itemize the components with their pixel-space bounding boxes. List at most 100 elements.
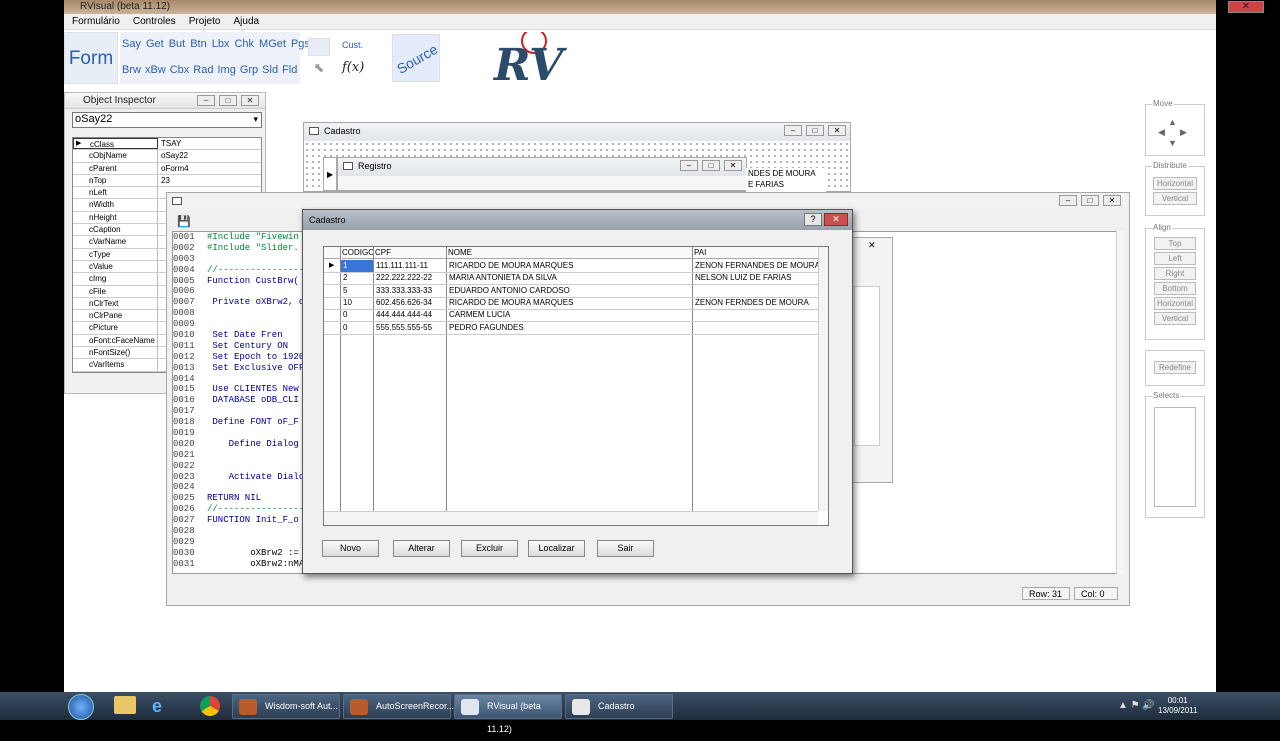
- object-selector[interactable]: oSay22: [72, 112, 262, 128]
- cell-pai[interactable]: [693, 285, 818, 297]
- property-value[interactable]: [158, 261, 161, 272]
- control-sld-button[interactable]: Sld: [262, 64, 278, 76]
- control-fld-button[interactable]: Fld: [282, 64, 297, 76]
- property-value[interactable]: oForm4: [158, 163, 189, 174]
- property-value[interactable]: [158, 359, 161, 370]
- distribute-horizontal-button[interactable]: Horizontal: [1153, 177, 1197, 190]
- property-value[interactable]: 23: [158, 175, 170, 186]
- function-button[interactable]: f(x): [342, 60, 364, 75]
- editor-scrollbar[interactable]: [1116, 231, 1124, 574]
- control-but-button[interactable]: But: [169, 38, 186, 50]
- control-xbw-button[interactable]: xBw: [145, 64, 166, 76]
- menu-projeto[interactable]: Projeto: [187, 16, 223, 27]
- property-value[interactable]: [158, 298, 161, 309]
- cell-pai[interactable]: NELSON LUIZ DE FARIAS: [693, 272, 818, 284]
- property-value[interactable]: [158, 199, 161, 210]
- selects-list[interactable]: [1154, 407, 1196, 507]
- control-cbx-button[interactable]: Cbx: [170, 64, 190, 76]
- align-bottom-button[interactable]: Bottom: [1154, 282, 1196, 295]
- cell-pai[interactable]: [693, 322, 818, 334]
- align-top-button[interactable]: Top: [1154, 237, 1196, 250]
- save-icon[interactable]: 💾: [177, 215, 191, 228]
- cell-nome[interactable]: CARMEM LUCIA: [447, 309, 692, 321]
- control-say-button[interactable]: Say: [122, 38, 141, 50]
- cell-cpf[interactable]: 602.456.626-34: [374, 297, 446, 309]
- property-value[interactable]: [158, 212, 161, 223]
- taskbar-item-cadastro[interactable]: Cadastro: [565, 694, 673, 719]
- distribute-vertical-button[interactable]: Vertical: [1153, 192, 1197, 205]
- property-value[interactable]: TSAY: [158, 138, 181, 149]
- cell-nome[interactable]: RICARDO DE MOURA MARQUES: [447, 260, 692, 272]
- control-grp-button[interactable]: Grp: [240, 64, 258, 76]
- cell-codigo[interactable]: 0: [341, 309, 373, 321]
- menu-controles[interactable]: Controles: [131, 16, 178, 27]
- ie-icon[interactable]: e: [152, 696, 174, 716]
- arrow-left-icon[interactable]: ◀: [1158, 127, 1165, 138]
- arrow-up-icon[interactable]: ▲: [1168, 117, 1177, 127]
- cell-codigo[interactable]: 0: [341, 322, 373, 334]
- cell-pai[interactable]: ZENON FERNANDES DE MOURA: [693, 260, 818, 272]
- pointer-icon[interactable]: ⬉: [308, 60, 330, 80]
- property-value[interactable]: [158, 322, 161, 333]
- menu-formulario[interactable]: Formulário: [70, 16, 122, 27]
- control-rad-button[interactable]: Rad: [193, 64, 213, 76]
- property-value[interactable]: [158, 187, 161, 198]
- cell-cpf[interactable]: 333.333.333-33: [374, 285, 446, 297]
- menu-ajuda[interactable]: Ajuda: [231, 16, 261, 27]
- control-chk-button[interactable]: Chk: [234, 38, 254, 50]
- cell-codigo[interactable]: 5: [341, 285, 373, 297]
- property-value[interactable]: oSay22: [158, 150, 188, 161]
- control-get-button[interactable]: Get: [146, 38, 164, 50]
- grid-horizontal-scrollbar[interactable]: [324, 511, 818, 525]
- control-brw-button[interactable]: Brw: [122, 64, 141, 76]
- cell-cpf[interactable]: 222.222.222-22: [374, 272, 446, 284]
- property-value[interactable]: [158, 335, 161, 346]
- sair-button[interactable]: Sair: [597, 540, 654, 557]
- close-button[interactable]: ✕: [1228, 1, 1264, 13]
- cell-cpf[interactable]: 444.444.444-44: [374, 309, 446, 321]
- cell-nome[interactable]: PEDRO FAGUNDES: [447, 322, 692, 334]
- align-right-button[interactable]: Right: [1154, 267, 1196, 280]
- arrow-right-icon[interactable]: ▶: [1180, 127, 1187, 138]
- source-button[interactable]: Source: [392, 34, 440, 82]
- taskbar-item-rvisual[interactable]: RVisual (beta 11.12): [454, 694, 562, 734]
- start-button[interactable]: [68, 694, 94, 720]
- tray-icons[interactable]: ▲ ⚑ 🔊: [1118, 700, 1155, 711]
- cell-cpf[interactable]: 555.555.555-55: [374, 322, 446, 334]
- property-value[interactable]: [158, 273, 161, 284]
- cell-codigo[interactable]: 10: [341, 297, 373, 309]
- cell-codigo[interactable]: 1: [341, 260, 373, 272]
- cell-cpf[interactable]: 111.111.111-11: [374, 260, 446, 272]
- localizar-button[interactable]: Localizar: [528, 540, 585, 557]
- custom-button[interactable]: Cust.: [342, 40, 363, 50]
- control-lbx-button[interactable]: Lbx: [212, 38, 230, 50]
- clock[interactable]: 00:01 13/09/2011: [1158, 696, 1197, 716]
- cell-pai[interactable]: [693, 309, 818, 321]
- grid-vertical-scrollbar[interactable]: [818, 247, 828, 511]
- taskbar-item-wisdom[interactable]: Wisdom-soft Aut...: [232, 694, 340, 719]
- cell-nome[interactable]: RICARDO DE MOURA MARQUES: [447, 297, 692, 309]
- column-header-nome[interactable]: NOME: [448, 247, 694, 259]
- control-btn-button[interactable]: Btn: [190, 38, 207, 50]
- property-value[interactable]: [158, 249, 161, 260]
- control-mget-button[interactable]: MGet: [259, 38, 286, 50]
- chrome-icon[interactable]: [200, 696, 220, 716]
- align-vertical-button[interactable]: Vertical: [1154, 312, 1196, 325]
- property-row[interactable]: cParent oForm4: [73, 162, 261, 175]
- redefine-button[interactable]: Redefine: [1154, 361, 1196, 374]
- cell-codigo[interactable]: 2: [341, 272, 373, 284]
- property-row[interactable]: nTop 23: [73, 174, 261, 188]
- property-row[interactable]: cObjName oSay22: [73, 150, 261, 163]
- align-horizontal-button[interactable]: Horizontal: [1154, 297, 1196, 310]
- control-img-button[interactable]: Img: [217, 64, 235, 76]
- form-button[interactable]: Form: [64, 32, 118, 84]
- help-button[interactable]: ?: [804, 213, 822, 226]
- taskbar-item-autoscreen[interactable]: AutoScreenRecor...: [343, 694, 454, 719]
- align-left-button[interactable]: Left: [1154, 252, 1196, 265]
- property-value[interactable]: [158, 310, 161, 321]
- column-header-cpf[interactable]: CPF: [375, 247, 448, 259]
- cell-pai[interactable]: ZENON FERNDES DE MOURA: [693, 297, 818, 309]
- property-row[interactable]: ▶ cClass TSAY: [73, 138, 261, 151]
- column-header-pai[interactable]: PAI: [694, 247, 820, 259]
- property-value[interactable]: [158, 286, 161, 297]
